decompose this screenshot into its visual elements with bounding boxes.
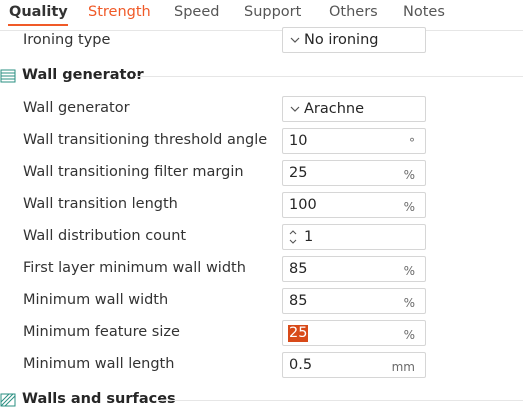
active-tab-indicator (8, 24, 68, 26)
setting-row-wall-transition-length: Wall transition length 100 % (0, 191, 523, 219)
wall-generator-select[interactable]: Arachne (282, 96, 426, 122)
input-value: 10 (289, 133, 308, 149)
minimum-wall-width-input[interactable]: 85 % (282, 288, 426, 314)
first-layer-minimum-wall-width-input[interactable]: 85 % (282, 256, 426, 282)
wall-generator-icon (0, 69, 16, 83)
setting-label: Wall transitioning filter margin (23, 164, 244, 180)
tab-bar: Quality Strength Speed Support Others No… (0, 0, 523, 28)
setting-label: Wall transition length (23, 196, 178, 212)
wall-transitioning-threshold-angle-input[interactable]: 10 ° (282, 128, 426, 154)
setting-row-first-layer-minimum-wall-width: First layer minimum wall width 85 % (0, 255, 523, 283)
input-value: 0.5 (289, 357, 313, 373)
section-divider (158, 400, 523, 401)
minimum-wall-length-input[interactable]: 0.5 mm (282, 352, 426, 378)
setting-row-minimum-wall-width: Minimum wall width 85 % (0, 287, 523, 315)
setting-row-minimum-wall-length: Minimum wall length 0.5 mm (0, 351, 523, 379)
setting-label: Wall generator (23, 100, 130, 116)
tab-notes[interactable]: Notes (403, 4, 445, 21)
tab-strength[interactable]: Strength (88, 4, 151, 21)
select-value: Arachne (304, 101, 365, 117)
section-title: Walls and surfaces (22, 391, 176, 407)
input-value: 85 (289, 261, 308, 277)
section-title: Wall generator (22, 67, 144, 83)
wall-transitioning-filter-margin-input[interactable]: 25 % (282, 160, 426, 186)
tab-quality[interactable]: Quality (9, 4, 68, 21)
input-value: 100 (289, 197, 317, 213)
setting-row-wall-transitioning-threshold-angle: Wall transitioning threshold angle 10 ° (0, 127, 523, 155)
input-value-selected: 25 (288, 325, 309, 342)
setting-row-wall-distribution-count: Wall distribution count 1 (0, 223, 523, 251)
unit-label: % (403, 168, 415, 182)
setting-label: Minimum wall width (23, 292, 169, 308)
input-value: 25 (289, 165, 308, 181)
ironing-type-select[interactable]: No ironing (282, 27, 426, 53)
spin-arrows-icon[interactable] (287, 228, 299, 246)
unit-label: % (403, 200, 415, 214)
setting-row-wall-generator: Wall generator Arachne (0, 95, 523, 123)
setting-row-wall-transitioning-filter-margin: Wall transitioning filter margin 25 % (0, 159, 523, 187)
tab-speed[interactable]: Speed (174, 4, 219, 21)
setting-label: Wall distribution count (23, 228, 187, 244)
wall-distribution-count-spinner[interactable]: 1 (282, 224, 426, 250)
input-value: 85 (289, 293, 308, 309)
select-value: No ironing (304, 32, 379, 48)
chevron-down-icon (290, 106, 300, 112)
section-divider (135, 76, 523, 77)
unit-label: ° (409, 136, 415, 150)
wall-transition-length-input[interactable]: 100 % (282, 192, 426, 218)
section-walls-and-surfaces: Walls and surfaces (0, 388, 523, 412)
input-value: 1 (304, 229, 314, 245)
minimum-feature-size-input[interactable]: 25 % (282, 320, 426, 346)
chevron-down-icon (290, 37, 300, 43)
setting-row-ironing-type: Ironing type No ironing (0, 27, 523, 55)
setting-row-minimum-feature-size: Minimum feature size 25 % (0, 319, 523, 347)
unit-label: % (403, 296, 415, 310)
setting-label: First layer minimum wall width (23, 260, 246, 276)
tab-others[interactable]: Others (329, 4, 378, 21)
unit-label: mm (391, 360, 415, 374)
unit-label: % (403, 264, 415, 278)
tab-support[interactable]: Support (244, 4, 301, 21)
setting-label: Minimum wall length (23, 356, 175, 372)
setting-label: Minimum feature size (23, 324, 180, 340)
unit-label: % (403, 328, 415, 342)
section-wall-generator: Wall generator (0, 64, 523, 88)
setting-label: Wall transitioning threshold angle (23, 132, 268, 148)
walls-surfaces-icon (0, 393, 16, 407)
setting-label: Ironing type (23, 32, 111, 48)
